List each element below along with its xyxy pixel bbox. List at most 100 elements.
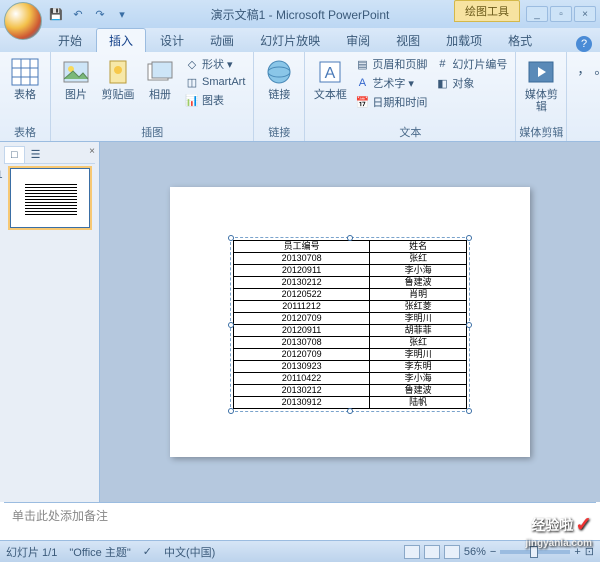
panel-tab-slides[interactable]: □ — [4, 146, 25, 163]
resize-handle[interactable] — [347, 408, 353, 414]
view-sorter-button[interactable] — [424, 545, 440, 559]
zoom-slider[interactable] — [500, 550, 570, 554]
tab-insert[interactable]: 插入 — [96, 28, 146, 52]
number-icon: # — [435, 57, 449, 71]
table-object[interactable]: 员工编号姓名20130708张红20120911李小海20130212鲁建波20… — [230, 237, 470, 412]
shapes-button[interactable]: ◇形状 ▾ — [183, 55, 247, 73]
chart-button[interactable]: 📊图表 — [183, 91, 247, 109]
table-button[interactable]: 表格 — [6, 55, 44, 103]
table-row[interactable]: 20130212鲁建波 — [234, 277, 467, 289]
resize-handle[interactable] — [228, 322, 234, 328]
date-icon: 📅 — [355, 95, 369, 109]
panel-tab-outline[interactable]: ☰ — [25, 146, 47, 163]
slide-panel: □ ☰ × 1 — [0, 142, 100, 502]
group-tables: 表格 表格 — [0, 52, 51, 141]
group-symbols: ， 。 ； ： 符号 特殊符号 — [567, 52, 600, 141]
table-row[interactable]: 20130708张红 — [234, 337, 467, 349]
media-icon — [526, 57, 556, 87]
table-row[interactable]: 20130212鲁建波 — [234, 385, 467, 397]
save-icon[interactable]: 💾 — [48, 6, 64, 22]
office-button[interactable] — [4, 2, 42, 40]
chart-icon: 📊 — [185, 93, 199, 107]
tab-review[interactable]: 审阅 — [334, 29, 382, 52]
redo-icon[interactable]: ↷ — [92, 6, 108, 22]
help-icon[interactable]: ? — [576, 36, 592, 52]
symbol-comma[interactable]: ， — [577, 59, 590, 78]
table-row[interactable]: 20130923李东明 — [234, 361, 467, 373]
textbox-button[interactable]: A 文本框 — [311, 55, 349, 103]
picture-icon — [61, 57, 91, 87]
tab-design[interactable]: 设计 — [148, 29, 196, 52]
album-icon — [145, 57, 175, 87]
panel-close-icon[interactable]: × — [89, 146, 95, 163]
qat-dropdown-icon[interactable]: ▾ — [114, 6, 130, 22]
minimize-button[interactable]: _ — [526, 6, 548, 22]
statusbar: 幻灯片 1/1 "Office 主题" ✓ 中文(中国) 56% − + ⊡ — [0, 540, 600, 562]
wordart-button[interactable]: A艺术字 ▾ — [353, 74, 429, 92]
svg-text:A: A — [325, 65, 336, 82]
ribbon-tabs: 开始 插入 设计 动画 幻灯片放映 审阅 视图 加载项 格式 ? — [0, 28, 600, 52]
table-row[interactable]: 20130912陆帆 — [234, 397, 467, 409]
spellcheck-icon[interactable]: ✓ — [143, 545, 152, 558]
object-button[interactable]: ◧对象 — [433, 74, 509, 92]
resize-handle[interactable] — [228, 235, 234, 241]
table-row[interactable]: 20120911李小海 — [234, 265, 467, 277]
status-slide: 幻灯片 1/1 — [6, 544, 57, 560]
media-button[interactable]: 媒体剪辑 — [522, 55, 560, 115]
slidenumber-button[interactable]: #幻灯片编号 — [433, 55, 509, 73]
tab-home[interactable]: 开始 — [46, 29, 94, 52]
zoom-level[interactable]: 56% — [464, 546, 486, 558]
smartart-icon: ◫ — [185, 75, 199, 89]
resize-handle[interactable] — [466, 322, 472, 328]
table-header[interactable]: 姓名 — [370, 241, 467, 253]
context-tab-drawing[interactable]: 绘图工具 — [454, 0, 520, 22]
album-button[interactable]: 相册 — [141, 55, 179, 103]
resize-handle[interactable] — [347, 235, 353, 241]
slide-thumbnail-1[interactable]: 1 — [10, 168, 90, 228]
table-icon — [10, 57, 40, 87]
table-row[interactable]: 20130708张红 — [234, 253, 467, 265]
header-footer-button[interactable]: ▤页眉和页脚 — [353, 55, 429, 73]
tab-view[interactable]: 视图 — [384, 29, 432, 52]
table-row[interactable]: 20120709李明川 — [234, 313, 467, 325]
picture-button[interactable]: 图片 — [57, 55, 95, 103]
datetime-button[interactable]: 📅日期和时间 — [353, 93, 429, 111]
status-language[interactable]: 中文(中国) — [164, 544, 215, 560]
header-icon: ▤ — [355, 57, 369, 71]
thumbnail-number: 1 — [0, 169, 3, 181]
clipart-icon — [103, 57, 133, 87]
titlebar: 💾 ↶ ↷ ▾ 演示文稿1 - Microsoft PowerPoint 绘图工… — [0, 0, 600, 28]
check-icon: ✓ — [575, 512, 592, 537]
resize-handle[interactable] — [228, 408, 234, 414]
notes-placeholder: 单击此处添加备注 — [12, 509, 108, 523]
view-slideshow-button[interactable] — [444, 545, 460, 559]
slide-canvas[interactable]: 员工编号姓名20130708张红20120911李小海20130212鲁建波20… — [100, 142, 600, 502]
data-table[interactable]: 员工编号姓名20130708张红20120911李小海20130212鲁建波20… — [233, 240, 467, 409]
view-normal-button[interactable] — [404, 545, 420, 559]
slide: 员工编号姓名20130708张红20120911李小海20130212鲁建波20… — [170, 187, 530, 457]
tab-animations[interactable]: 动画 — [198, 29, 246, 52]
table-row[interactable]: 20111212张红菱 — [234, 301, 467, 313]
tab-slideshow[interactable]: 幻灯片放映 — [248, 29, 332, 52]
table-row[interactable]: 20120911胡菲菲 — [234, 325, 467, 337]
smartart-button[interactable]: ◫SmartArt — [183, 74, 247, 90]
tab-addins[interactable]: 加载项 — [434, 29, 494, 52]
restore-button[interactable]: ▫ — [550, 6, 572, 22]
table-row[interactable]: 20120709李明川 — [234, 349, 467, 361]
panel-tabs: □ ☰ × — [4, 146, 95, 164]
hyperlink-button[interactable]: 链接 — [260, 55, 298, 103]
notes-pane[interactable]: 单击此处添加备注 — [4, 502, 596, 540]
quick-access-toolbar: 💾 ↶ ↷ ▾ — [48, 6, 130, 22]
symbol-period[interactable]: 。 — [594, 59, 600, 78]
close-button[interactable]: × — [574, 6, 596, 22]
table-row[interactable]: 20120522肖明 — [234, 289, 467, 301]
zoom-out-button[interactable]: − — [490, 546, 496, 558]
window-controls: _ ▫ × — [526, 6, 596, 22]
resize-handle[interactable] — [466, 408, 472, 414]
table-row[interactable]: 20110422李小海 — [234, 373, 467, 385]
resize-handle[interactable] — [466, 235, 472, 241]
tab-format[interactable]: 格式 — [496, 29, 544, 52]
table-header[interactable]: 员工编号 — [234, 241, 370, 253]
clipart-button[interactable]: 剪贴画 — [99, 55, 137, 103]
undo-icon[interactable]: ↶ — [70, 6, 86, 22]
